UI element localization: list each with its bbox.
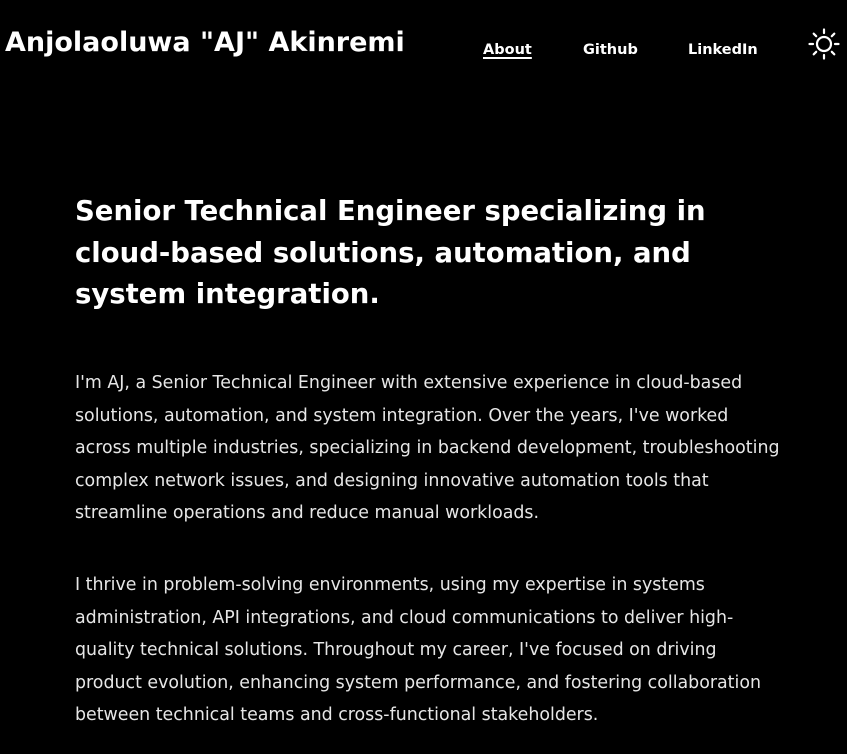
page-headline: Senior Technical Engineer specializing i…	[75, 195, 706, 310]
theme-toggle-button[interactable]	[808, 28, 840, 60]
bio-paragraph-2: I thrive in problem-solving environments…	[75, 575, 761, 726]
sun-icon	[808, 28, 840, 60]
nav-link-about[interactable]: About	[483, 42, 532, 58]
bio-paragraph-1: I'm AJ, a Senior Technical Engineer with…	[75, 373, 780, 524]
nav-link-github[interactable]: Github	[583, 42, 638, 58]
nav-link-linkedin[interactable]: LinkedIn	[688, 42, 758, 58]
site-title[interactable]: Anjolaoluwa "AJ" Akinremi	[5, 27, 405, 58]
